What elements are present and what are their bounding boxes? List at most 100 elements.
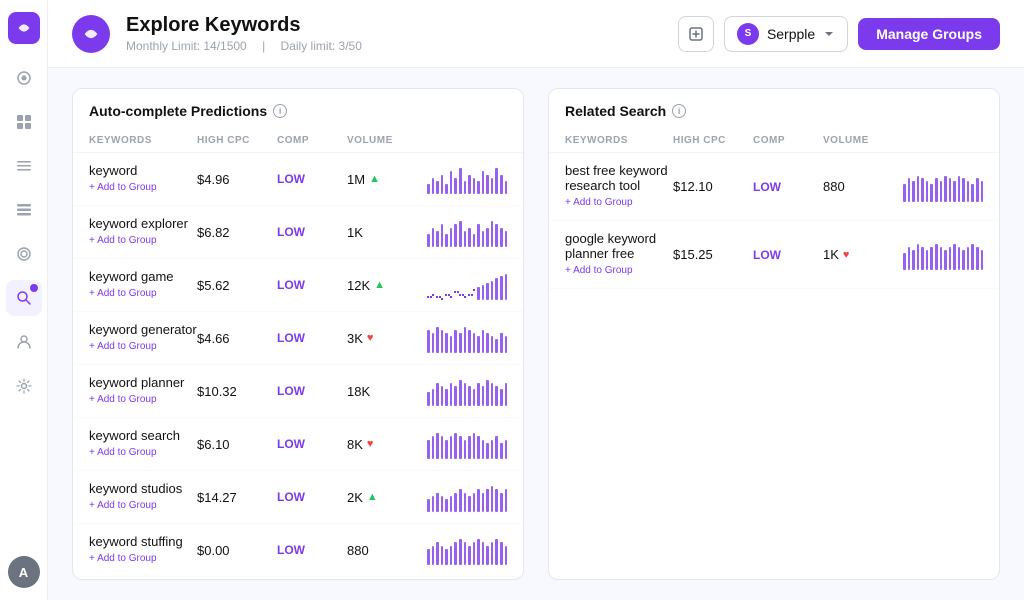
comp-value: LOW: [277, 437, 347, 451]
sidebar-item-profile[interactable]: [6, 324, 42, 360]
auto-complete-title: Auto-complete Predictions: [89, 103, 267, 119]
table-row: google keyword planner free + Add to Grou…: [549, 221, 999, 289]
add-to-group-button[interactable]: + Add to Group: [565, 263, 633, 278]
add-to-group-button[interactable]: + Add to Group: [89, 392, 157, 407]
comp-value: LOW: [277, 331, 347, 345]
cpc-value: $4.96: [197, 172, 277, 187]
table-row: keyword search + Add to Group $6.10LOW8K♥: [73, 418, 523, 471]
comp-value: LOW: [753, 248, 823, 262]
keyword-name: keyword studios: [89, 481, 197, 496]
auto-complete-info-icon: i: [273, 104, 287, 118]
table-row: keyword game + Add to Group $5.62LOW12K▲: [73, 259, 523, 312]
trend-chart: [427, 482, 507, 512]
comp-value: LOW: [277, 225, 347, 239]
trend-chart: [427, 429, 507, 459]
related-search-header: Related Search i: [549, 89, 999, 129]
trend-chart: [427, 323, 507, 353]
header-actions: S Serpple Manage Groups: [678, 16, 1000, 52]
keyword-name: keyword search: [89, 428, 197, 443]
table-row: keyword generator + Add to Group $4.66LOW3…: [73, 312, 523, 365]
table-row: best free keyword research tool + Add to …: [549, 153, 999, 221]
related-search-table-header: KEYWORDS HIGH CPC COMP VOLUME: [549, 129, 999, 153]
trend-chart: [427, 217, 507, 247]
add-to-group-button[interactable]: + Add to Group: [565, 195, 633, 210]
sidebar-item-monitor[interactable]: [6, 236, 42, 272]
cpc-value: $6.82: [197, 225, 277, 240]
volume-value: 3K♥: [347, 331, 427, 346]
cpc-value: $5.62: [197, 278, 277, 293]
volume-value: 18K: [347, 384, 427, 399]
page-subtitle: Monthly Limit: 14/1500 | Daily limit: 3/…: [126, 39, 662, 53]
sidebar: A: [0, 0, 48, 600]
page-title: Explore Keywords: [126, 14, 662, 37]
cpc-value: $0.00: [197, 543, 277, 558]
auto-complete-header: Auto-complete Predictions i: [73, 89, 523, 129]
cpc-value: $10.32: [197, 384, 277, 399]
auto-complete-table-header: KEYWORDS HIGH CPC COMP VOLUME: [73, 129, 523, 153]
add-to-group-button[interactable]: + Add to Group: [89, 498, 157, 513]
related-search-table-body: best free keyword research tool + Add to …: [549, 153, 999, 579]
keyword-name: best free keyword research tool: [565, 163, 673, 193]
trend-chart: [427, 535, 507, 565]
workspace-selector[interactable]: S Serpple: [724, 16, 848, 52]
separator: |: [262, 39, 265, 53]
keyword-name: keyword explorer: [89, 216, 197, 231]
comp-value: LOW: [277, 384, 347, 398]
header-logo: [72, 15, 110, 53]
monthly-limit: Monthly Limit: 14/1500: [126, 39, 247, 53]
trend-chart: [427, 270, 507, 300]
volume-value: 2K▲: [347, 490, 427, 505]
table-row: keyword studios+ Add to Group$14.27LOW2K…: [73, 471, 523, 524]
trend-chart: [903, 172, 983, 202]
trend-chart: [427, 376, 507, 406]
keyword-name: keyword game: [89, 269, 197, 284]
comp-value: LOW: [277, 543, 347, 557]
export-button[interactable]: [678, 16, 714, 52]
add-to-group-button[interactable]: + Add to Group: [89, 445, 157, 460]
sidebar-item-explore[interactable]: [6, 280, 42, 316]
volume-value: 880: [347, 543, 427, 558]
comp-value: LOW: [277, 490, 347, 504]
keyword-name: google keyword planner free: [565, 231, 673, 261]
related-search-title: Related Search: [565, 103, 666, 119]
volume-value: 8K♥: [347, 437, 427, 452]
comp-value: LOW: [753, 180, 823, 194]
cpc-value: $15.25: [673, 247, 753, 262]
explore-badge: [30, 284, 38, 292]
keyword-name: keyword planner: [89, 375, 197, 390]
related-search-panel: Related Search i KEYWORDS HIGH CPC COMP …: [548, 88, 1000, 580]
add-to-group-button[interactable]: + Add to Group: [89, 180, 157, 195]
related-search-info-icon: i: [672, 104, 686, 118]
add-to-group-button[interactable]: + Add to Group: [89, 233, 157, 248]
cpc-value: $12.10: [673, 179, 753, 194]
workspace-name: Serpple: [767, 26, 815, 42]
manage-groups-button[interactable]: Manage Groups: [858, 18, 1000, 50]
trend-chart: [903, 240, 983, 270]
trend-chart: [427, 164, 507, 194]
volume-value: 1K: [347, 225, 427, 240]
workspace-logo: S: [737, 23, 759, 45]
header-titles: Explore Keywords Monthly Limit: 14/1500 …: [126, 14, 662, 53]
add-to-group-button[interactable]: + Add to Group: [89, 339, 157, 354]
keyword-name: keyword stuffing: [89, 534, 197, 549]
table-row: keyword+ Add to Group$4.96LOW1M▲: [73, 153, 523, 206]
add-to-group-button[interactable]: + Add to Group: [89, 286, 157, 301]
cpc-value: $4.66: [197, 331, 277, 346]
sidebar-item-reports[interactable]: [6, 148, 42, 184]
cpc-value: $6.10: [197, 437, 277, 452]
content-area: Auto-complete Predictions i KEYWORDS HIG…: [48, 68, 1024, 600]
sidebar-item-lists[interactable]: [6, 192, 42, 228]
auto-complete-panel: Auto-complete Predictions i KEYWORDS HIG…: [72, 88, 524, 580]
add-to-group-button[interactable]: + Add to Group: [89, 551, 157, 566]
header: Explore Keywords Monthly Limit: 14/1500 …: [48, 0, 1024, 68]
sidebar-item-settings[interactable]: [6, 368, 42, 404]
comp-value: LOW: [277, 172, 347, 186]
keyword-name: keyword generator: [89, 322, 197, 337]
sidebar-item-dashboard[interactable]: [6, 104, 42, 140]
table-row: keyword explorer + Add to Group $6.82LOW1K: [73, 206, 523, 259]
volume-value: 12K▲: [347, 278, 427, 293]
user-avatar[interactable]: A: [8, 556, 40, 588]
comp-value: LOW: [277, 278, 347, 292]
daily-limit: Daily limit: 3/50: [281, 39, 362, 53]
sidebar-item-home[interactable]: [6, 60, 42, 96]
